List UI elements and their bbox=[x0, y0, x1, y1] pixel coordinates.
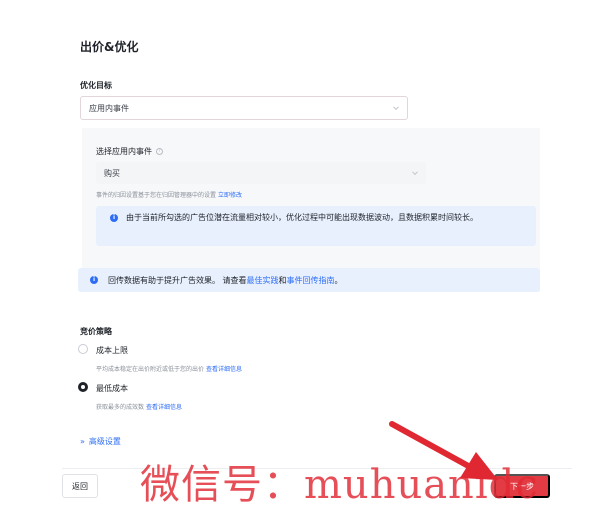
double-chevron-down-icon: » bbox=[80, 437, 85, 446]
optimization-goal-value: 应用内事件 bbox=[89, 103, 129, 113]
in-app-event-label-row: 选择应用内事件 ? bbox=[96, 146, 163, 157]
back-button[interactable]: 返回 bbox=[62, 474, 98, 498]
cost-cap-label: 成本上限 bbox=[96, 346, 128, 355]
radio-cost-cap[interactable] bbox=[78, 344, 88, 354]
bid-strategy-label: 竞价策略 bbox=[80, 327, 112, 336]
bid-optimization-panel: 出价&优化 优化目标 应用内事件 选择应用内事件 ? 购买 事件的归因设置基于您… bbox=[62, 14, 572, 300]
help-icon[interactable]: ? bbox=[156, 148, 163, 155]
cost-cap-desc: 平均成本稳定在出价附近或低于您的出价 查看详细信息 bbox=[96, 364, 242, 373]
data-tip-bar: i 回传数据有助于提升广告效果。 请查看最佳实践和事件回传指南。 bbox=[78, 268, 540, 292]
radio-lowest-cost[interactable] bbox=[78, 382, 88, 392]
in-app-event-select[interactable]: 购买 bbox=[96, 162, 426, 184]
traffic-info-box: i 由于当前所勾选的广告位潜在流量相对较小，优化过程中可能出现数据波动，且数据积… bbox=[96, 206, 536, 246]
advanced-settings-label: 高级设置 bbox=[88, 437, 121, 446]
tip-text: 回传数据有助于提升广告效果。 请查看最佳实践和事件回传指南。 bbox=[108, 275, 343, 286]
optimization-goal-select[interactable]: 应用内事件 bbox=[80, 96, 408, 120]
watermark-text: 微信号：muhuanidc bbox=[140, 462, 539, 508]
info-icon: i bbox=[90, 276, 98, 284]
in-app-event-value: 购买 bbox=[104, 168, 120, 178]
lowest-cost-label: 最低成本 bbox=[96, 384, 128, 393]
tip-suffix: 。 bbox=[334, 276, 343, 285]
chevron-down-icon bbox=[393, 104, 399, 111]
lowest-cost-details-link[interactable]: 查看详细信息 bbox=[146, 404, 182, 411]
attribution-hint: 事件的归因设置基于您在归因管理器中的设置 立即修改 bbox=[96, 190, 242, 199]
section-title: 出价&优化 bbox=[80, 40, 139, 54]
event-guide-link[interactable]: 事件回传指南 bbox=[287, 276, 335, 285]
in-app-event-label: 选择应用内事件 bbox=[96, 147, 152, 156]
modify-now-link[interactable]: 立即修改 bbox=[218, 192, 242, 199]
cost-cap-details-link[interactable]: 查看详细信息 bbox=[206, 366, 242, 373]
tip-prefix: 回传数据有助于提升广告效果。 请查看 bbox=[108, 276, 247, 285]
cost-cap-desc-text: 平均成本稳定在出价附近或低于您的出价 bbox=[96, 366, 205, 373]
tip-middle: 和 bbox=[278, 276, 287, 285]
attribution-hint-text: 事件的归因设置基于您在归因管理器中的设置 bbox=[96, 192, 217, 199]
optimization-goal-label: 优化目标 bbox=[80, 81, 112, 90]
best-practice-link[interactable]: 最佳实践 bbox=[247, 276, 279, 285]
chevron-down-icon bbox=[412, 169, 418, 176]
info-icon: i bbox=[110, 214, 118, 222]
traffic-info-text: 由于当前所勾选的广告位潜在流量相对较小，优化过程中可能出现数据波动，且数据积累时… bbox=[126, 213, 478, 222]
advanced-settings-toggle[interactable]: » 高级设置 bbox=[80, 436, 121, 447]
lowest-cost-desc-text: 获取最多的成效数 bbox=[96, 404, 145, 411]
lowest-cost-desc: 获取最多的成效数 查看详细信息 bbox=[96, 402, 182, 411]
